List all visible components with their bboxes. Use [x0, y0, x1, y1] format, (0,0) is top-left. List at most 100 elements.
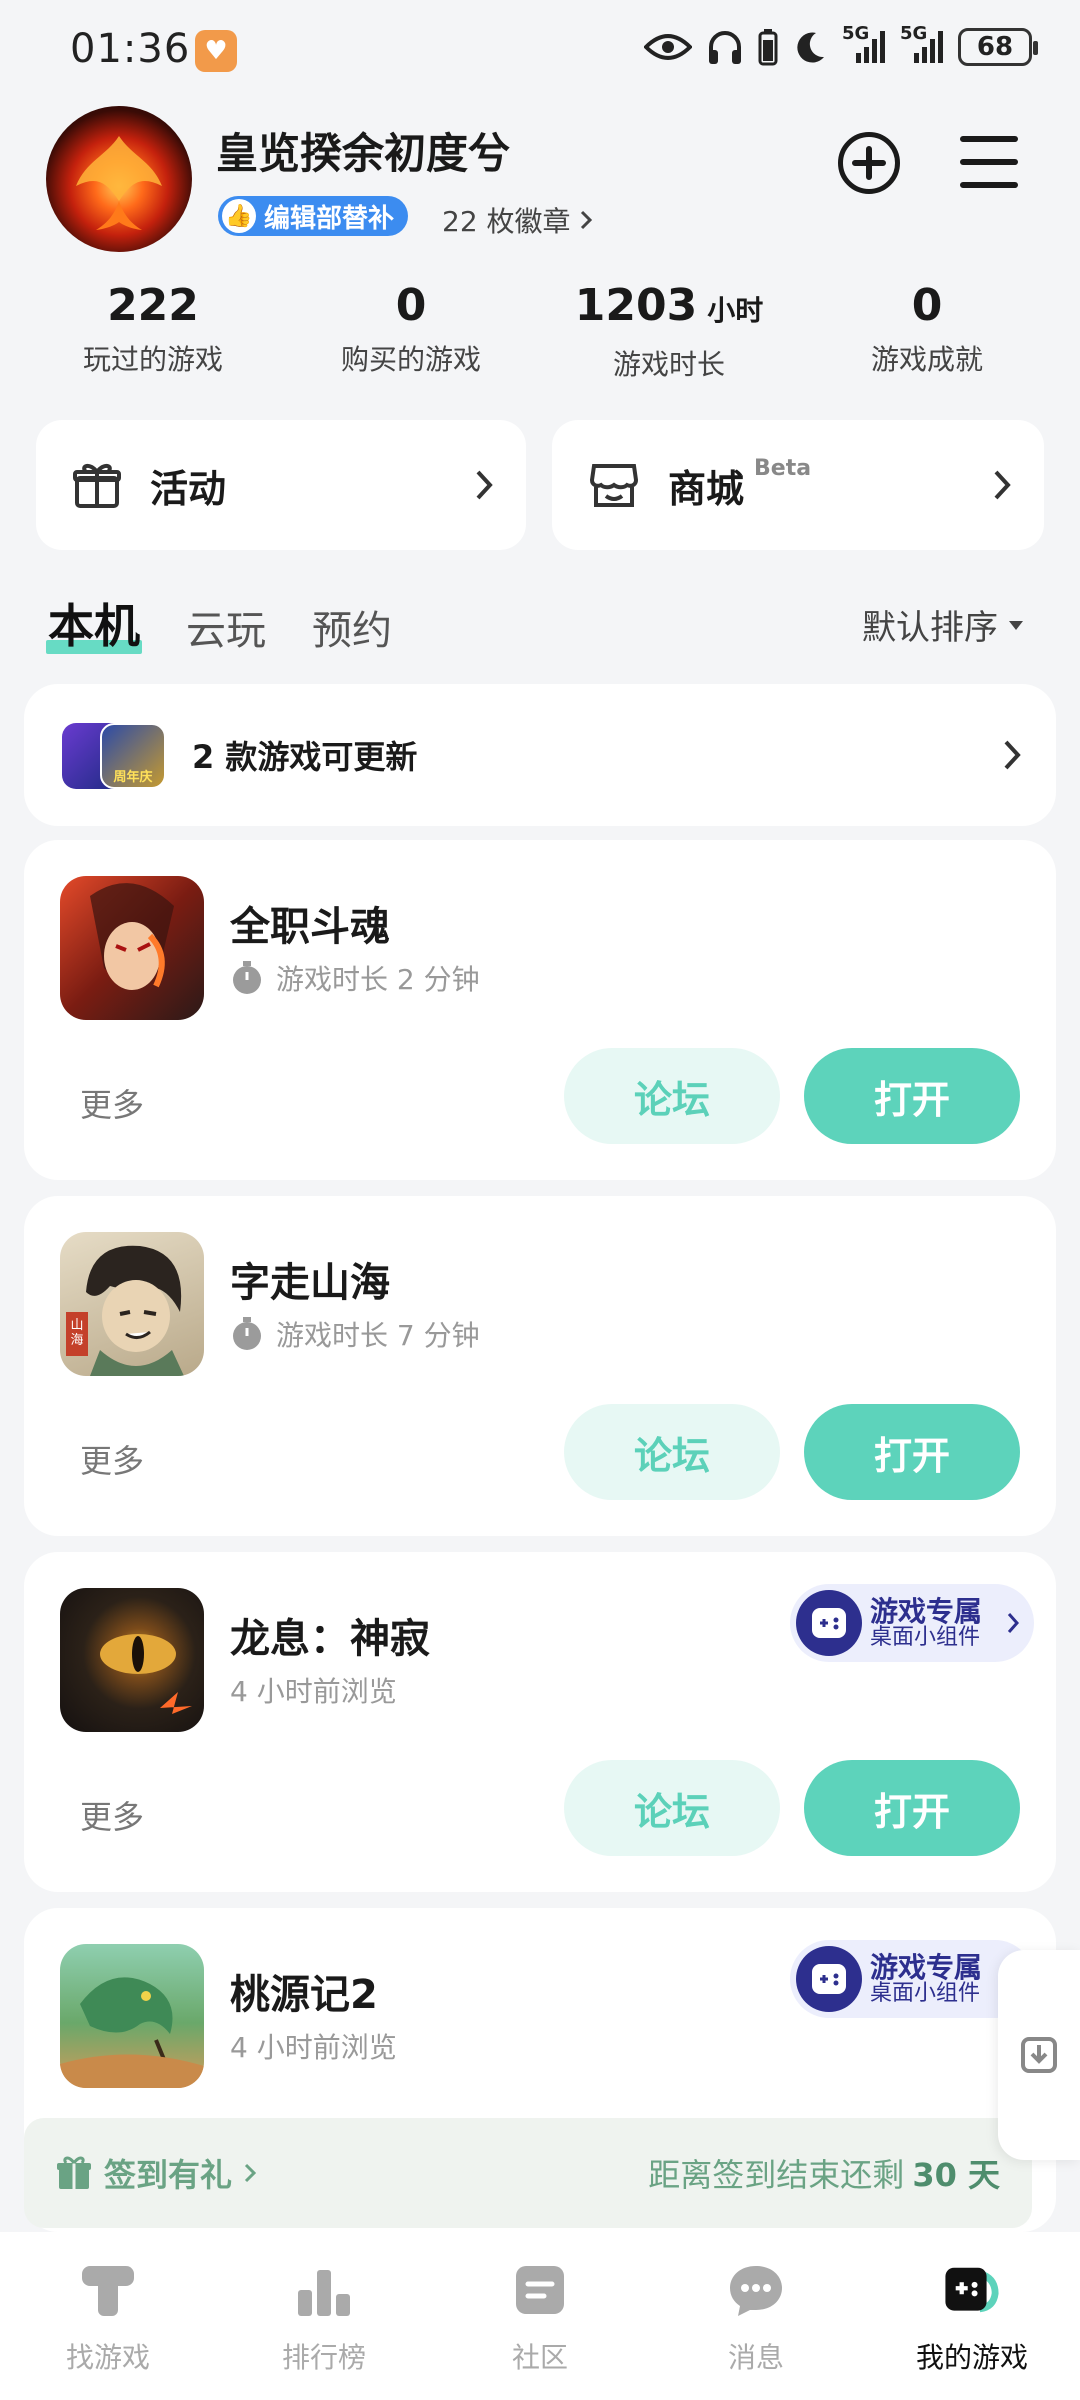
game-name: 字走山海 [230, 1260, 390, 1306]
signin-remaining: 距离签到结束还剩 30 天 [648, 2150, 1000, 2196]
stat-label: 游戏成就 [870, 343, 983, 376]
open-button[interactable]: 打开 [804, 1404, 1020, 1500]
floating-download-tab[interactable] [998, 1950, 1080, 2160]
chevron-right-icon [1007, 1613, 1020, 1633]
desktop-widget-banner[interactable]: 游戏专属 桌面小组件 [790, 1584, 1034, 1662]
avatar[interactable] [46, 106, 192, 252]
phoenix-icon [76, 136, 162, 230]
widget-title: 游戏专属 [870, 1950, 983, 1984]
stat-purchased[interactable]: 0 购买的游戏 [282, 278, 540, 383]
shop-icon [589, 464, 639, 507]
battery-small-icon [758, 29, 778, 66]
stat-played[interactable]: 222 玩过的游戏 [24, 278, 282, 383]
plus-icon [852, 146, 886, 180]
game-icon[interactable] [60, 1944, 204, 2088]
tab-local[interactable]: 本机 [46, 590, 142, 656]
stat-value: 1203 小时 [574, 280, 764, 331]
game-name: 桃源记2 [230, 1972, 378, 2018]
stat-playtime[interactable]: 1203 小时 游戏时长 [540, 278, 798, 383]
game-playtime: 游戏时长 2 分钟 [230, 958, 480, 998]
tab-cloud[interactable]: 云玩 [186, 598, 266, 656]
forum-button[interactable]: 论坛 [564, 1760, 780, 1856]
nav-label: 排行榜 [281, 2341, 366, 2374]
stat-label: 购买的游戏 [340, 343, 481, 376]
menu-line [960, 182, 1018, 188]
stat-unit: 小时 [707, 294, 764, 327]
update-row[interactable]: 周年庆 2 款游戏可更新 [24, 684, 1056, 826]
download-icon [1021, 2037, 1057, 2073]
beta-tag: Beta [754, 456, 812, 481]
stopwatch-icon [233, 961, 261, 994]
forum-button[interactable]: 论坛 [564, 1404, 780, 1500]
game-playtime: 游戏时长 7 分钟 [230, 1314, 480, 1354]
widget-subtitle: 桌面小组件 [870, 1981, 981, 2007]
thumbs-up-icon: 👍 [222, 199, 256, 233]
game-icon: 周年庆 [100, 723, 166, 789]
forum-button[interactable]: 论坛 [564, 1048, 780, 1144]
signal-2: 5G [900, 25, 944, 65]
menu-line [960, 159, 1018, 165]
sort-label: 默认排序 [862, 608, 998, 648]
character-icon [90, 883, 174, 990]
nav-messages[interactable]: 消息 [648, 2232, 864, 2400]
menu-line [960, 136, 1018, 142]
signal-1: 5G [842, 25, 886, 65]
game-sub: 4 小时前浏览 [230, 1675, 397, 1708]
game-icon[interactable] [60, 876, 204, 1020]
dragon-icon [60, 1977, 204, 2088]
character-icon [66, 1245, 184, 1376]
gift-icon [73, 464, 121, 508]
signin-remain-text: 距离签到结束还剩 [648, 2156, 905, 2194]
activity-label: 活动 [150, 466, 227, 511]
widget-title: 游戏专属 [870, 1594, 983, 1628]
game-tabs: 本机 云玩 预约 [46, 590, 392, 656]
sort-dropdown[interactable]: 默认排序 [862, 600, 1024, 649]
activity-card[interactable]: 活动 [36, 420, 526, 550]
mall-card[interactable]: 商城 Beta [552, 420, 1044, 550]
nav-my-games[interactable]: 我的游戏 [864, 2232, 1080, 2400]
more-link[interactable]: 更多 [80, 1792, 144, 1838]
stat-label: 玩过的游戏 [82, 343, 223, 376]
stat-label: 游戏时长 [612, 348, 725, 381]
game-sub: 游戏时长 7 分钟 [276, 1319, 480, 1352]
signin-banner[interactable]: 签到有礼 距离签到结束还剩 30 天 [24, 2118, 1032, 2228]
more-link[interactable]: 更多 [80, 1436, 144, 1482]
tab-reserve[interactable]: 预约 [312, 598, 392, 656]
game-name: 龙息：神寂 [230, 1616, 430, 1662]
open-button[interactable]: 打开 [804, 1760, 1020, 1856]
stat-value: 0 [911, 280, 943, 331]
gamepad-icon [796, 1590, 862, 1656]
widget-text: 游戏专属 桌面小组件 [870, 1594, 983, 1651]
status-bar: 01:36 ♥ 5G 5G 68 [0, 0, 1080, 100]
open-button[interactable]: 打开 [804, 1048, 1020, 1144]
badge-label: 编辑部替补 [264, 203, 395, 234]
eye-icon [644, 34, 692, 60]
update-text: 2 款游戏可更新 [192, 738, 418, 776]
nav-ranking[interactable]: 排行榜 [216, 2232, 432, 2400]
signin-days: 30 天 [912, 2156, 1000, 2194]
editor-badge[interactable]: 👍 编辑部替补 [218, 196, 409, 236]
username[interactable]: 皇览揆余初度兮 [216, 120, 510, 181]
gift-icon [57, 2156, 91, 2189]
nav-community[interactable]: 社区 [432, 2232, 648, 2400]
medals-link[interactable]: 22 枚徽章 [442, 200, 593, 240]
dragon-eye-icon [100, 1634, 192, 1714]
widget-subtitle: 桌面小组件 [870, 1625, 981, 1651]
chevron-right-icon [580, 210, 592, 230]
stat-value: 222 [107, 280, 199, 331]
nav-find-games[interactable]: 找游戏 [0, 2232, 216, 2400]
game-sub: 4 小时前浏览 [230, 2031, 397, 2064]
chevron-right-icon [244, 2163, 257, 2183]
game-card: 全职斗魂 游戏时长 2 分钟 更多 论坛 打开 [24, 840, 1056, 1180]
stat-achievements[interactable]: 0 游戏成就 [798, 278, 1056, 383]
nav-label: 找游戏 [65, 2341, 150, 2374]
chevron-right-icon [1004, 740, 1021, 770]
bottom-nav: 找游戏 排行榜 社区 消息 我的游戏 [0, 2232, 1080, 2400]
community-icon [510, 2260, 570, 2320]
add-game-button[interactable] [838, 132, 900, 194]
signin-link[interactable]: 签到有礼 [56, 2150, 257, 2196]
more-link[interactable]: 更多 [80, 1080, 144, 1126]
game-icon[interactable]: 山海 [60, 1232, 204, 1376]
game-icon[interactable] [60, 1588, 204, 1732]
menu-button[interactable] [960, 136, 1018, 188]
